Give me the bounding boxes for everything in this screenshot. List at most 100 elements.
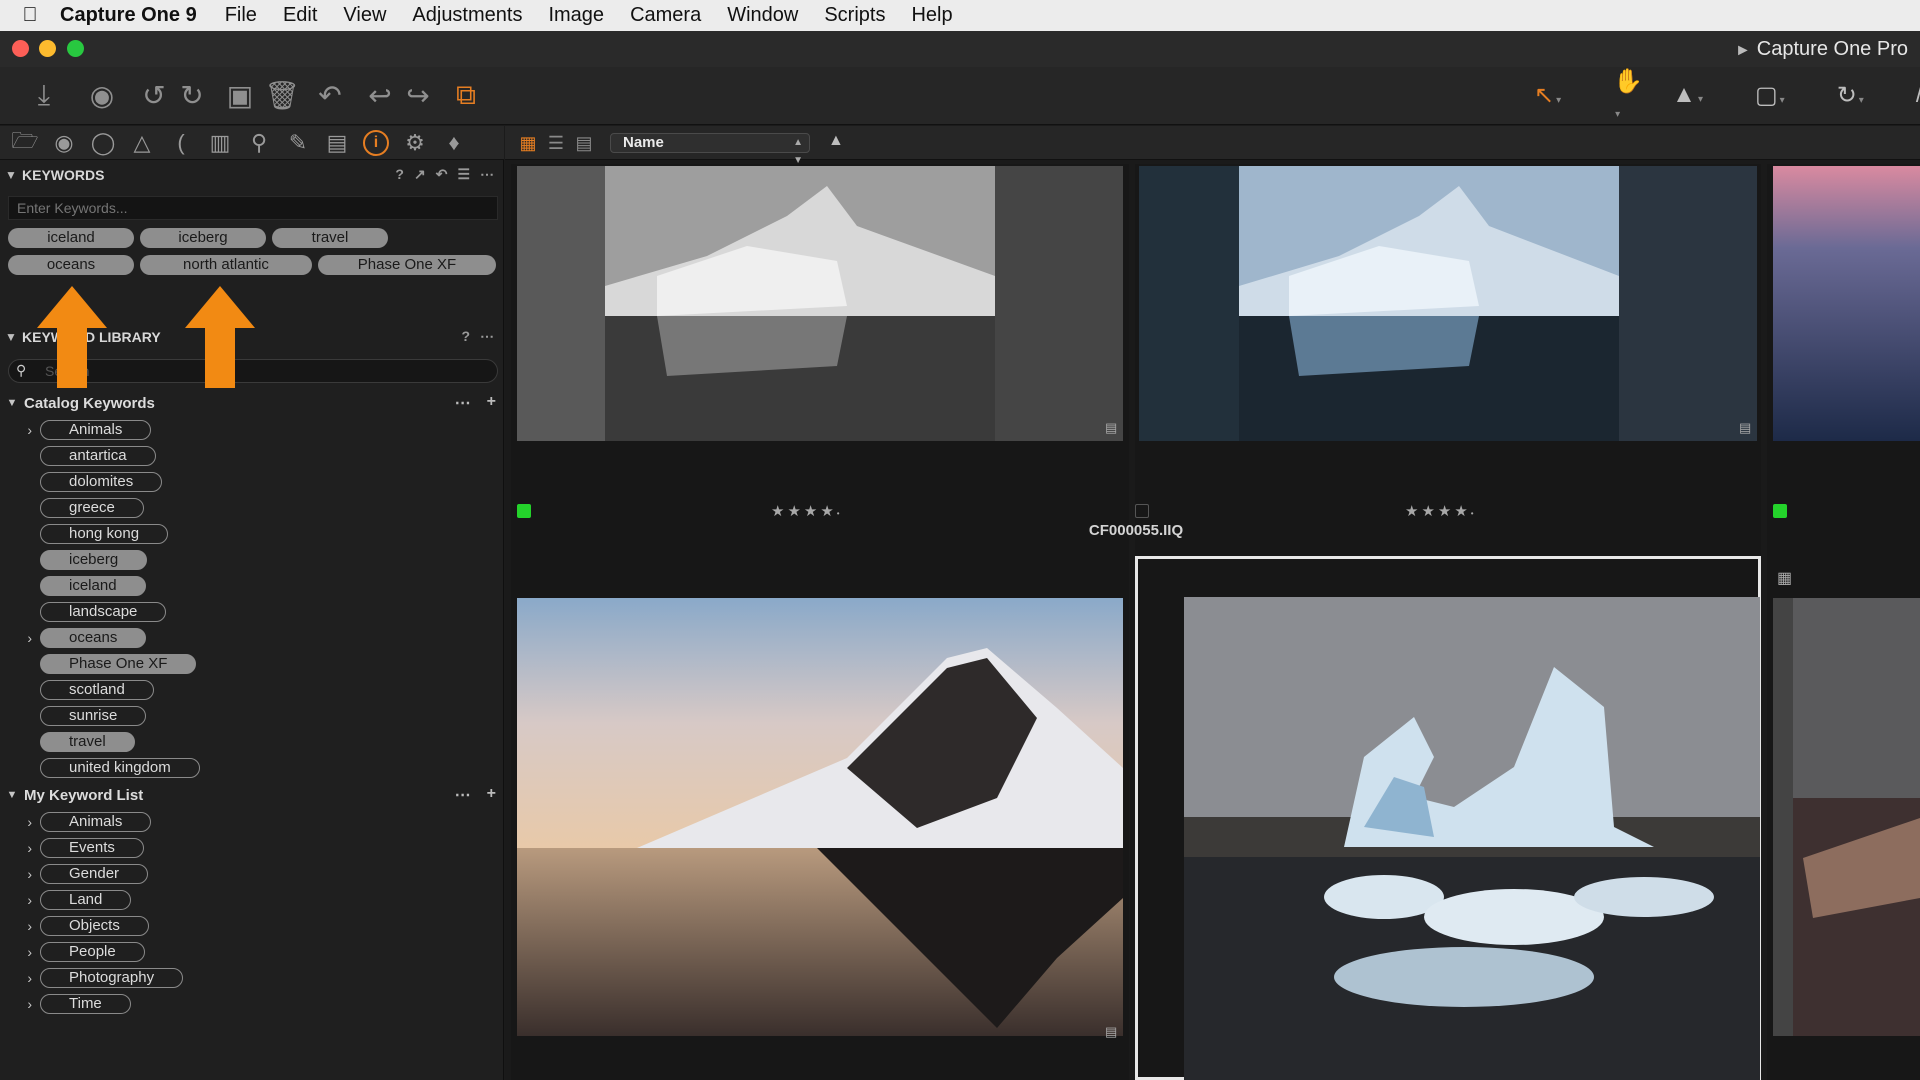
tree-item[interactable]: landscape [0, 601, 167, 623]
keyword-input[interactable] [8, 196, 498, 220]
keyword-tag[interactable]: iceberg [140, 228, 266, 248]
tree-item[interactable]: Phase One XF [0, 653, 197, 675]
menu-help[interactable]: Help [911, 4, 952, 27]
tree-item[interactable]: › Events [0, 837, 144, 859]
list-view-icon[interactable]: ☰ [545, 133, 567, 153]
tree-item[interactable]: travel [0, 731, 135, 753]
local-adjust-tab-icon[interactable]: ✎ [285, 130, 311, 156]
chevron-right-icon[interactable]: › [0, 866, 40, 882]
chevron-right-icon[interactable]: › [0, 970, 40, 986]
menu-image[interactable]: Image [548, 4, 604, 27]
add-icon[interactable]: + [487, 785, 496, 805]
move-icon[interactable]: ▣ [222, 77, 258, 113]
presets-icon[interactable]: ☰ [457, 166, 470, 183]
tree-item[interactable]: scotland [0, 679, 154, 701]
chevron-down-icon[interactable]: ▼ [0, 330, 22, 344]
reset-icon[interactable]: ↶ [312, 77, 348, 113]
library-tab-icon[interactable]: 🗁 [11, 128, 38, 156]
menu-file[interactable]: File [225, 4, 257, 27]
app-menu[interactable]: Capture One 9 [60, 4, 197, 27]
chevron-right-icon[interactable]: › [0, 422, 40, 438]
thumbnail-cell[interactable]: ▤ ★★★★• [511, 164, 1129, 572]
chevron-right-icon[interactable]: › [0, 840, 40, 856]
tree-item[interactable]: › Land [0, 889, 132, 911]
help-icon[interactable]: ? [461, 328, 470, 345]
chevron-down-icon[interactable]: ▼ [0, 397, 24, 409]
output-tab-icon[interactable]: ▤ [324, 130, 350, 156]
details-tab-icon[interactable]: ⚲ [246, 130, 272, 156]
keystone-icon[interactable]: /\▾ [1916, 81, 1920, 109]
chevron-right-icon[interactable]: › [0, 892, 40, 908]
my-keyword-list-header[interactable]: ▼ My Keyword List ⋯ + [0, 784, 504, 806]
undo-icon[interactable]: ↩ [362, 77, 398, 113]
rotate-tool-icon[interactable]: ↻ ▾ [1837, 81, 1890, 110]
thumbnail-cell[interactable] [1767, 164, 1920, 572]
redo-icon[interactable]: ↪ [400, 77, 436, 113]
menu-view[interactable]: View [343, 4, 386, 27]
keyword-tag[interactable]: iceland [8, 228, 134, 248]
camera-icon[interactable]: ◉ [84, 77, 120, 113]
import-icon[interactable]: ⤓ [26, 77, 62, 113]
menu-edit[interactable]: Edit [283, 4, 317, 27]
select-cursor-icon[interactable]: ↖ ▾ [1534, 81, 1587, 110]
reset-icon[interactable]: ↶ [436, 166, 448, 183]
color-tag[interactable] [1135, 504, 1149, 518]
rotate-right-icon[interactable]: ↻ [174, 77, 210, 113]
keywords-header[interactable]: ▼ KEYWORDS ? ↗ ↶ ☰ ⋯ [0, 162, 504, 188]
tree-item[interactable]: › People [0, 941, 145, 963]
thumbnail-cell[interactable]: ▤ ★★★★• [1135, 164, 1761, 572]
keyword-tag[interactable]: Phase One XF [318, 255, 496, 275]
tree-item[interactable]: › oceans [0, 627, 147, 649]
thumbnail-cell[interactable]: ▦ [1767, 556, 1920, 1080]
menu-adjustments[interactable]: Adjustments [412, 4, 522, 27]
trash-icon[interactable]: 🗑 [264, 77, 300, 113]
tree-item[interactable]: iceland [0, 575, 146, 597]
thumbnail-image[interactable] [1773, 166, 1920, 441]
thumbnail-image[interactable] [1773, 598, 1920, 1036]
color-tab-icon[interactable]: ◯ [90, 130, 116, 156]
chevron-right-icon[interactable]: › [0, 918, 40, 934]
chevron-right-icon[interactable]: › [0, 944, 40, 960]
loupe-icon[interactable]: ▲ ▾ [1672, 81, 1729, 109]
tree-item[interactable]: hong kong [0, 523, 169, 545]
thumbnail-cell-selected[interactable] [1135, 556, 1761, 1080]
chevron-right-icon[interactable]: › [0, 996, 40, 1012]
keyword-tag[interactable]: oceans [8, 255, 134, 275]
chevron-down-icon[interactable]: ▼ [0, 168, 22, 182]
minimize-window-button[interactable] [39, 40, 56, 57]
tree-item[interactable]: sunrise [0, 705, 147, 727]
settings-tab-icon[interactable]: ⚙ [402, 130, 428, 156]
add-icon[interactable]: + [487, 393, 496, 413]
copy-icon[interactable]: ↗ [414, 166, 426, 183]
tree-item[interactable]: antartica [0, 445, 156, 467]
chevron-down-icon[interactable]: ▼ [0, 789, 24, 801]
catalog-keywords-header[interactable]: ▼ Catalog Keywords ⋯ + [0, 392, 504, 414]
help-icon[interactable]: ? [395, 166, 404, 183]
tree-item[interactable]: dolomites [0, 471, 163, 493]
rotate-left-icon[interactable]: ↺ [136, 77, 172, 113]
tree-item[interactable]: › Animals [0, 419, 152, 441]
menu-camera[interactable]: Camera [630, 4, 701, 27]
exposure-tab-icon[interactable]: △ [129, 130, 155, 156]
grid-view-icon[interactable]: ▦ [517, 133, 539, 153]
tree-item[interactable]: › Objects [0, 915, 149, 937]
menu-scripts[interactable]: Scripts [824, 4, 885, 27]
filmstrip-view-icon[interactable]: ▤ [573, 133, 595, 153]
star-rating[interactable]: ★★★★• [1405, 502, 1477, 520]
close-window-button[interactable] [12, 40, 29, 57]
thumbnail-image[interactable] [517, 166, 1123, 441]
tree-item[interactable]: › Time [0, 993, 131, 1015]
variants-icon[interactable]: ⧉ [448, 77, 484, 113]
sort-select[interactable]: Name ▲ ▼ [610, 133, 810, 166]
keyword-tag[interactable]: travel [272, 228, 388, 248]
tree-item[interactable]: united kingdom [0, 757, 200, 779]
thumbnail-image[interactable] [1184, 597, 1760, 1080]
more-icon[interactable]: ⋯ [480, 166, 494, 183]
apple-icon[interactable]:  [0, 4, 60, 27]
more-icon[interactable]: ⋯ [455, 785, 471, 805]
color-tag[interactable] [517, 504, 531, 518]
thumbnail-cell[interactable]: ▤ [511, 556, 1129, 1080]
capture-tab-icon[interactable]: ◉ [51, 130, 77, 156]
more-icon[interactable]: ⋯ [455, 393, 471, 413]
menu-window[interactable]: Window [727, 4, 798, 27]
